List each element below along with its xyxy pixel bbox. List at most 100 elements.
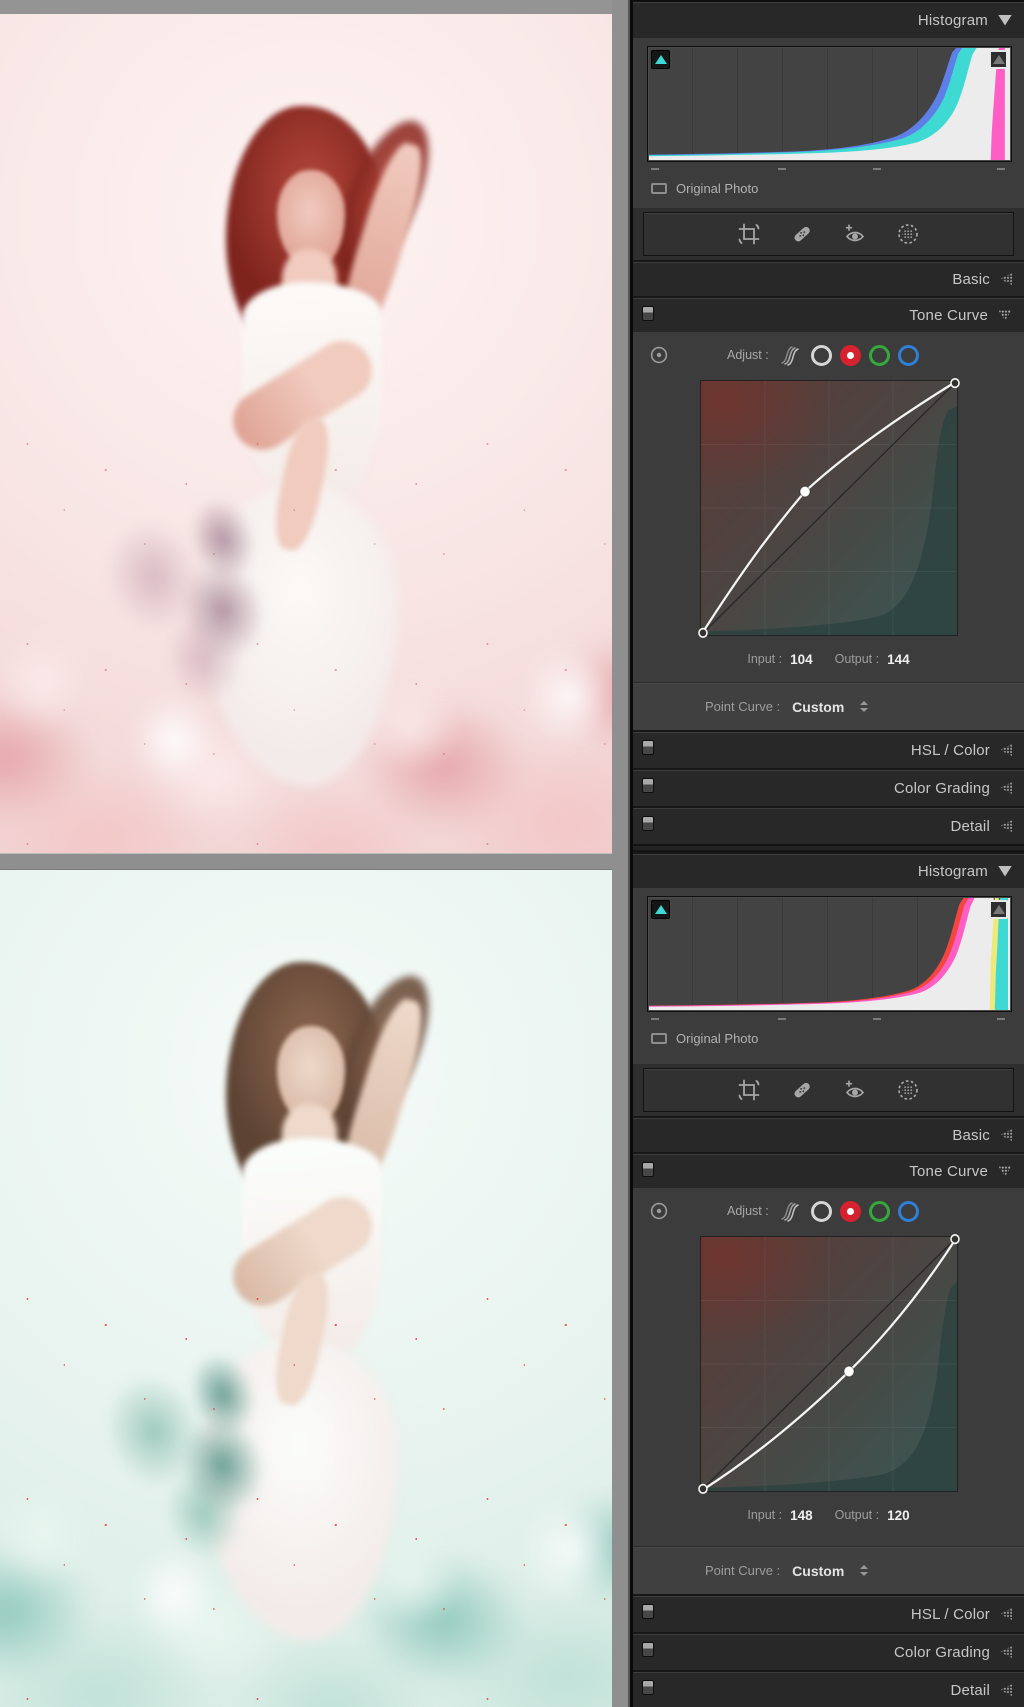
adjust-row: Adjust : <box>633 1196 1024 1226</box>
point-curve-select[interactable]: Custom <box>792 699 844 715</box>
red-eye-icon <box>845 224 865 242</box>
original-photo-label: Original Photo <box>676 1030 759 1046</box>
highlight-clipping-triangle-icon <box>992 55 1005 64</box>
histogram-header[interactable]: Histogram <box>633 2 1024 38</box>
output-value: 144 <box>887 651 910 667</box>
healing-tool-button[interactable] <box>789 221 815 247</box>
collapse-triangle-icon[interactable] <box>998 865 1012 877</box>
disclosure-triangle-icon[interactable] <box>1000 1646 1012 1658</box>
input-label: Input : <box>747 652 783 666</box>
tone-curve-chart <box>697 1234 960 1494</box>
blue-channel-button[interactable] <box>897 1200 919 1222</box>
stepper-chevrons-icon[interactable] <box>860 1565 869 1576</box>
histogram-display[interactable] <box>647 896 1012 1012</box>
color-grading-panel-header[interactable]: Color Grading <box>633 1632 1024 1670</box>
histogram-header[interactable]: Histogram <box>633 852 1024 888</box>
point-curve-label: Point Curve : <box>705 699 781 714</box>
parametric-curve-icon[interactable] <box>779 1200 803 1222</box>
tone-curve-title: Tone Curve <box>909 1162 988 1180</box>
panel-enable-toggle[interactable] <box>642 1604 654 1619</box>
green-channel-button[interactable] <box>868 1200 890 1222</box>
blue-channel-button[interactable] <box>897 344 919 366</box>
panel-enable-toggle[interactable] <box>642 740 654 755</box>
disclosure-triangle-icon[interactable] <box>1000 820 1012 832</box>
adjust-row: Adjust : <box>633 340 1024 370</box>
crop-tool-button[interactable] <box>736 1077 762 1103</box>
disclosure-triangle-icon[interactable] <box>1000 1608 1012 1620</box>
histogram-title: Histogram <box>917 11 988 29</box>
hsl-color-panel-header[interactable]: HSL / Color <box>633 1594 1024 1632</box>
panel-group-top: Histogram Original Photo Basic Tone Curv… <box>633 2 1024 844</box>
highlight-clipping-indicator[interactable] <box>989 50 1008 69</box>
basic-panel-header[interactable]: Basic <box>633 1116 1024 1152</box>
panel-enable-toggle[interactable] <box>642 1680 654 1695</box>
highlight-clipping-indicator[interactable] <box>989 900 1008 919</box>
shadow-clipping-triangle-icon <box>654 905 667 914</box>
tone-curve-panel-header[interactable]: Tone Curve <box>633 296 1024 332</box>
disclosure-triangle-icon[interactable] <box>998 1165 1012 1177</box>
collapse-triangle-icon[interactable] <box>998 14 1012 26</box>
masking-tool-button[interactable] <box>895 1077 921 1103</box>
red-eye-tool-button[interactable] <box>842 1077 868 1103</box>
luminance-channel-button[interactable] <box>810 344 832 366</box>
original-photo-row: Original Photo <box>647 1026 1012 1050</box>
disclosure-triangle-icon[interactable] <box>1000 273 1012 285</box>
output-label: Output : <box>834 1508 880 1522</box>
histogram-title: Histogram <box>917 862 988 880</box>
output-label: Output : <box>834 652 880 666</box>
luminance-channel-button[interactable] <box>810 1200 832 1222</box>
tone-curve-graph[interactable] <box>697 1234 960 1494</box>
color-grading-panel-header[interactable]: Color Grading <box>633 768 1024 806</box>
shadow-clipping-indicator[interactable] <box>651 900 670 919</box>
exposure-tick-marks <box>647 1012 1012 1026</box>
stepper-chevrons-icon[interactable] <box>860 701 869 712</box>
target-adjustment-icon[interactable] <box>649 345 669 365</box>
detail-title: Detail <box>950 1681 990 1699</box>
detail-panel-header[interactable]: Detail <box>633 806 1024 844</box>
canvas-panel-divider <box>612 0 630 1707</box>
histogram-display[interactable] <box>647 46 1012 162</box>
shadow-clipping-indicator[interactable] <box>651 50 670 69</box>
panel-enable-toggle[interactable] <box>642 778 654 793</box>
point-curve-row: Point Curve : Custom <box>633 682 1024 730</box>
panel-enable-toggle[interactable] <box>642 816 654 831</box>
tool-strip <box>633 208 1024 260</box>
red-channel-button[interactable] <box>839 344 861 366</box>
hsl-color-panel-header[interactable]: HSL / Color <box>633 730 1024 768</box>
point-curve-label: Point Curve : <box>705 1563 781 1578</box>
point-curve-select[interactable]: Custom <box>792 1563 844 1579</box>
panel-enable-toggle[interactable] <box>642 306 654 321</box>
masking-icon <box>898 1080 918 1100</box>
panel-enable-toggle[interactable] <box>642 1162 654 1177</box>
green-channel-button[interactable] <box>868 344 890 366</box>
tone-curve-panel-header[interactable]: Tone Curve <box>633 1152 1024 1188</box>
disclosure-triangle-icon[interactable] <box>998 309 1012 321</box>
panel-enable-toggle[interactable] <box>642 1642 654 1657</box>
healing-icon <box>794 1082 810 1098</box>
disclosure-triangle-icon[interactable] <box>1000 744 1012 756</box>
crop-tool-button[interactable] <box>736 221 762 247</box>
histogram-chart <box>649 898 1010 1010</box>
adjust-label: Adjust : <box>727 1204 769 1218</box>
detail-panel-header[interactable]: Detail <box>633 1670 1024 1707</box>
input-output-readout: Input : 104 Output : 144 <box>633 648 1024 670</box>
hsl-color-title: HSL / Color <box>910 741 990 759</box>
red-eye-tool-button[interactable] <box>842 221 868 247</box>
input-value: 148 <box>790 1507 813 1523</box>
basic-panel-header[interactable]: Basic <box>633 260 1024 296</box>
red-channel-button[interactable] <box>839 1200 861 1222</box>
original-photo-label: Original Photo <box>676 180 759 196</box>
input-value: 104 <box>790 651 813 667</box>
target-adjustment-icon[interactable] <box>649 1201 669 1221</box>
tone-curve-graph[interactable] <box>697 378 960 638</box>
masking-tool-button[interactable] <box>895 221 921 247</box>
histogram-section: Original Photo <box>633 888 1024 1064</box>
disclosure-triangle-icon[interactable] <box>1000 1684 1012 1696</box>
original-photo-checkbox[interactable] <box>651 182 667 194</box>
disclosure-triangle-icon[interactable] <box>1000 782 1012 794</box>
disclosure-triangle-icon[interactable] <box>1000 1129 1012 1141</box>
original-photo-checkbox[interactable] <box>651 1032 667 1044</box>
parametric-curve-icon[interactable] <box>779 344 803 366</box>
healing-tool-button[interactable] <box>789 1077 815 1103</box>
crop-icon <box>738 1079 760 1101</box>
